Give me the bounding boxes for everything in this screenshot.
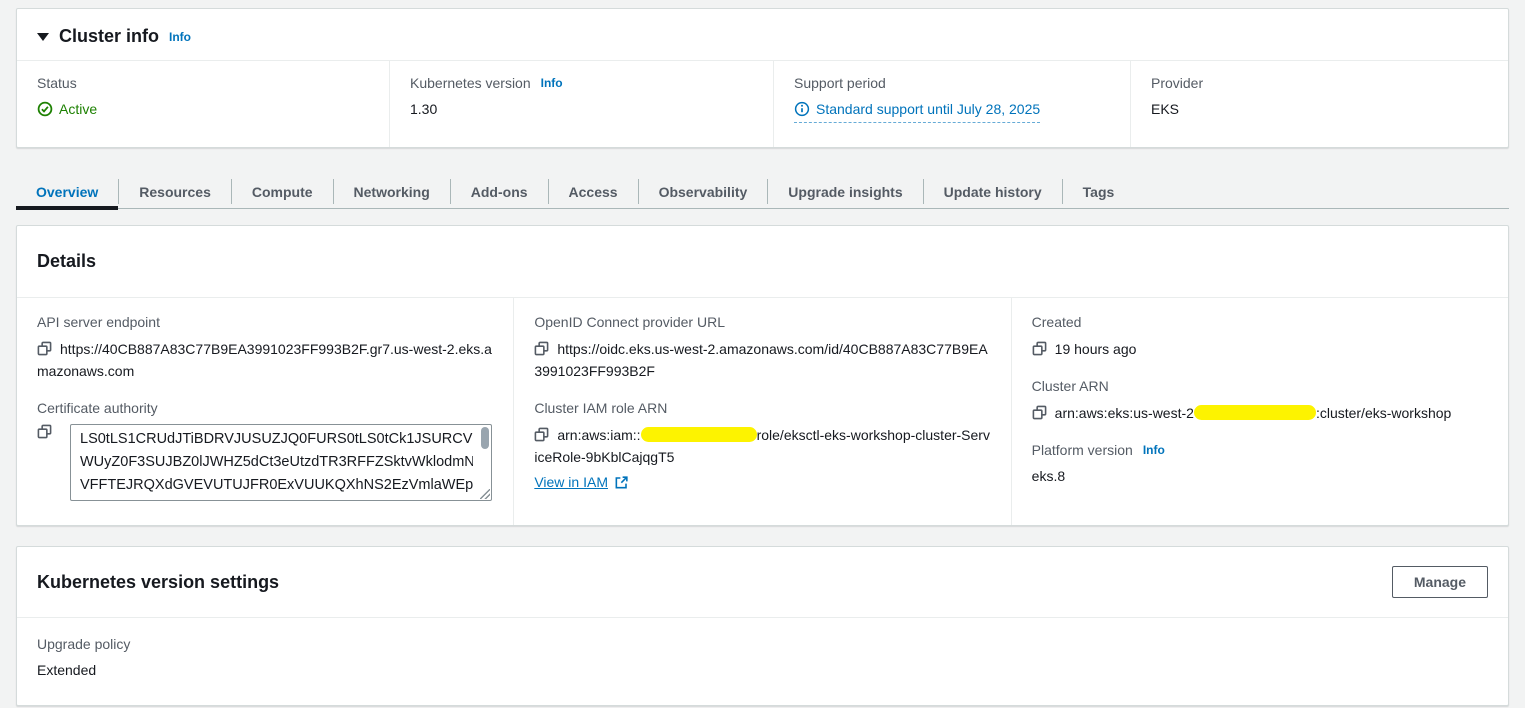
copy-icon[interactable] bbox=[1032, 405, 1047, 420]
kubernetes-version-label: Kubernetes version bbox=[410, 74, 531, 92]
certificate-line: VFFTEJRQXdGVEVUTUJFR0ExVUUKQXhNS2EzVmlaW… bbox=[80, 474, 473, 497]
view-in-iam-link[interactable]: View in IAM bbox=[534, 474, 629, 490]
certificate-line: WUyZ0F3SUJBZ0lJWHZ5dCt3eUtzdTR3RFFZSktvW… bbox=[80, 451, 473, 474]
copy-icon[interactable] bbox=[534, 427, 549, 442]
support-period-text: Standard support until July 28, 2025 bbox=[816, 99, 1040, 119]
certificate-authority-label: Certificate authority bbox=[37, 399, 493, 417]
redacted-account-id bbox=[1194, 405, 1316, 420]
kubernetes-version-info-link[interactable]: Info bbox=[541, 74, 563, 92]
status-value: Active bbox=[37, 99, 369, 119]
tab-observability[interactable]: Observability bbox=[639, 175, 768, 208]
details-column-left: API server endpoint https://40CB887A83C7… bbox=[17, 298, 513, 525]
tab-overview[interactable]: Overview bbox=[16, 175, 118, 208]
cluster-info-panel: Cluster info Info Status Active Kubernet… bbox=[16, 8, 1509, 148]
redacted-account-id bbox=[641, 427, 757, 442]
details-column-middle: OpenID Connect provider URL https://oidc… bbox=[513, 298, 1010, 525]
copy-icon[interactable] bbox=[37, 424, 52, 439]
cluster-arn-prefix: arn:aws:eks:us-west-2 bbox=[1055, 405, 1194, 421]
platform-version-label: Platform version bbox=[1032, 441, 1133, 459]
platform-version-value: eks.8 bbox=[1032, 466, 1488, 486]
support-period-link[interactable]: Standard support until July 28, 2025 bbox=[794, 99, 1040, 123]
status-field: Status Active bbox=[17, 61, 389, 147]
info-circle-icon bbox=[794, 101, 810, 117]
scrollbar-thumb[interactable] bbox=[481, 427, 489, 449]
tab-add-ons[interactable]: Add-ons bbox=[451, 175, 548, 208]
eks-cluster-page: Cluster info Info Status Active Kubernet… bbox=[0, 0, 1525, 706]
resize-grip-icon[interactable] bbox=[480, 489, 490, 499]
status-text: Active bbox=[59, 99, 97, 119]
oidc-value: https://oidc.eks.us-west-2.amazonaws.com… bbox=[534, 341, 987, 379]
details-title: Details bbox=[37, 251, 1488, 272]
iam-role-arn-field: Cluster IAM role ARN arn:aws:iam::role/e… bbox=[534, 399, 990, 490]
iam-role-arn-prefix: arn:aws:iam:: bbox=[557, 427, 640, 443]
view-in-iam-label: View in IAM bbox=[534, 474, 608, 490]
iam-role-arn-label: Cluster IAM role ARN bbox=[534, 399, 990, 417]
kubernetes-version-settings-panel: Kubernetes version settings Manage Upgra… bbox=[16, 546, 1509, 706]
provider-label: Provider bbox=[1151, 74, 1488, 92]
tab-update-history[interactable]: Update history bbox=[924, 175, 1062, 208]
external-link-icon bbox=[614, 475, 629, 490]
created-label: Created bbox=[1032, 313, 1488, 331]
tab-tags[interactable]: Tags bbox=[1063, 175, 1135, 208]
upgrade-policy-value: Extended bbox=[37, 660, 1488, 680]
certificate-authority-textarea[interactable]: LS0tLS1CRUdJTiBDRVJUSUZJQ0FURS0tLS0tCk1J… bbox=[70, 424, 492, 501]
support-period-field: Support period Standard support until Ju… bbox=[773, 61, 1130, 147]
check-circle-icon bbox=[37, 101, 53, 117]
cluster-info-title: Cluster info bbox=[59, 26, 159, 47]
provider-field: Provider EKS bbox=[1130, 61, 1508, 147]
created-field: Created 19 hours ago bbox=[1032, 313, 1488, 360]
certificate-line: LS0tLS1CRUdJTiBDRVJUSUZJQ0FURS0tLS0tCk1J… bbox=[80, 428, 473, 451]
kubernetes-version-value: 1.30 bbox=[410, 99, 753, 119]
created-value: 19 hours ago bbox=[1055, 341, 1137, 357]
support-period-label: Support period bbox=[794, 74, 1110, 92]
status-label: Status bbox=[37, 74, 369, 92]
collapse-caret-icon[interactable] bbox=[37, 33, 49, 41]
platform-version-info-link[interactable]: Info bbox=[1143, 441, 1165, 459]
platform-version-field: Platform version Info eks.8 bbox=[1032, 441, 1488, 486]
copy-icon[interactable] bbox=[37, 341, 52, 356]
cluster-arn-field: Cluster ARN arn:aws:eks:us-west-2 :cluste… bbox=[1032, 377, 1488, 424]
tab-networking[interactable]: Networking bbox=[334, 175, 450, 208]
upgrade-policy-label: Upgrade policy bbox=[37, 635, 1488, 653]
oidc-field: OpenID Connect provider URL https://oidc… bbox=[534, 313, 990, 382]
tab-access[interactable]: Access bbox=[549, 175, 638, 208]
tab-compute[interactable]: Compute bbox=[232, 175, 333, 208]
manage-button[interactable]: Manage bbox=[1392, 566, 1488, 598]
certificate-authority-field: Certificate authority LS0tLS1CRUdJTiBDRV… bbox=[37, 399, 493, 501]
provider-value: EKS bbox=[1151, 99, 1488, 119]
api-endpoint-value: https://40CB887A83C77B9EA3991023FF993B2F… bbox=[37, 341, 492, 379]
api-endpoint-field: API server endpoint https://40CB887A83C7… bbox=[37, 313, 493, 382]
copy-icon[interactable] bbox=[534, 341, 549, 356]
oidc-label: OpenID Connect provider URL bbox=[534, 313, 990, 331]
tab-resources[interactable]: Resources bbox=[119, 175, 231, 208]
kubernetes-version-settings-title: Kubernetes version settings bbox=[37, 572, 279, 593]
cluster-arn-suffix: :cluster/eks-workshop bbox=[1316, 405, 1451, 421]
cluster-info-info-link[interactable]: Info bbox=[169, 30, 191, 44]
api-endpoint-label: API server endpoint bbox=[37, 313, 493, 331]
cluster-arn-label: Cluster ARN bbox=[1032, 377, 1488, 395]
tab-upgrade-insights[interactable]: Upgrade insights bbox=[768, 175, 922, 208]
details-column-right: Created 19 hours ago Cluster ARN arn:aws… bbox=[1011, 298, 1508, 525]
details-panel: Details API server endpoint https://40CB… bbox=[16, 225, 1509, 526]
kubernetes-version-field: Kubernetes version Info 1.30 bbox=[389, 61, 773, 147]
copy-icon[interactable] bbox=[1032, 341, 1047, 356]
tab-bar: Overview Resources Compute Networking Ad… bbox=[16, 175, 1509, 209]
